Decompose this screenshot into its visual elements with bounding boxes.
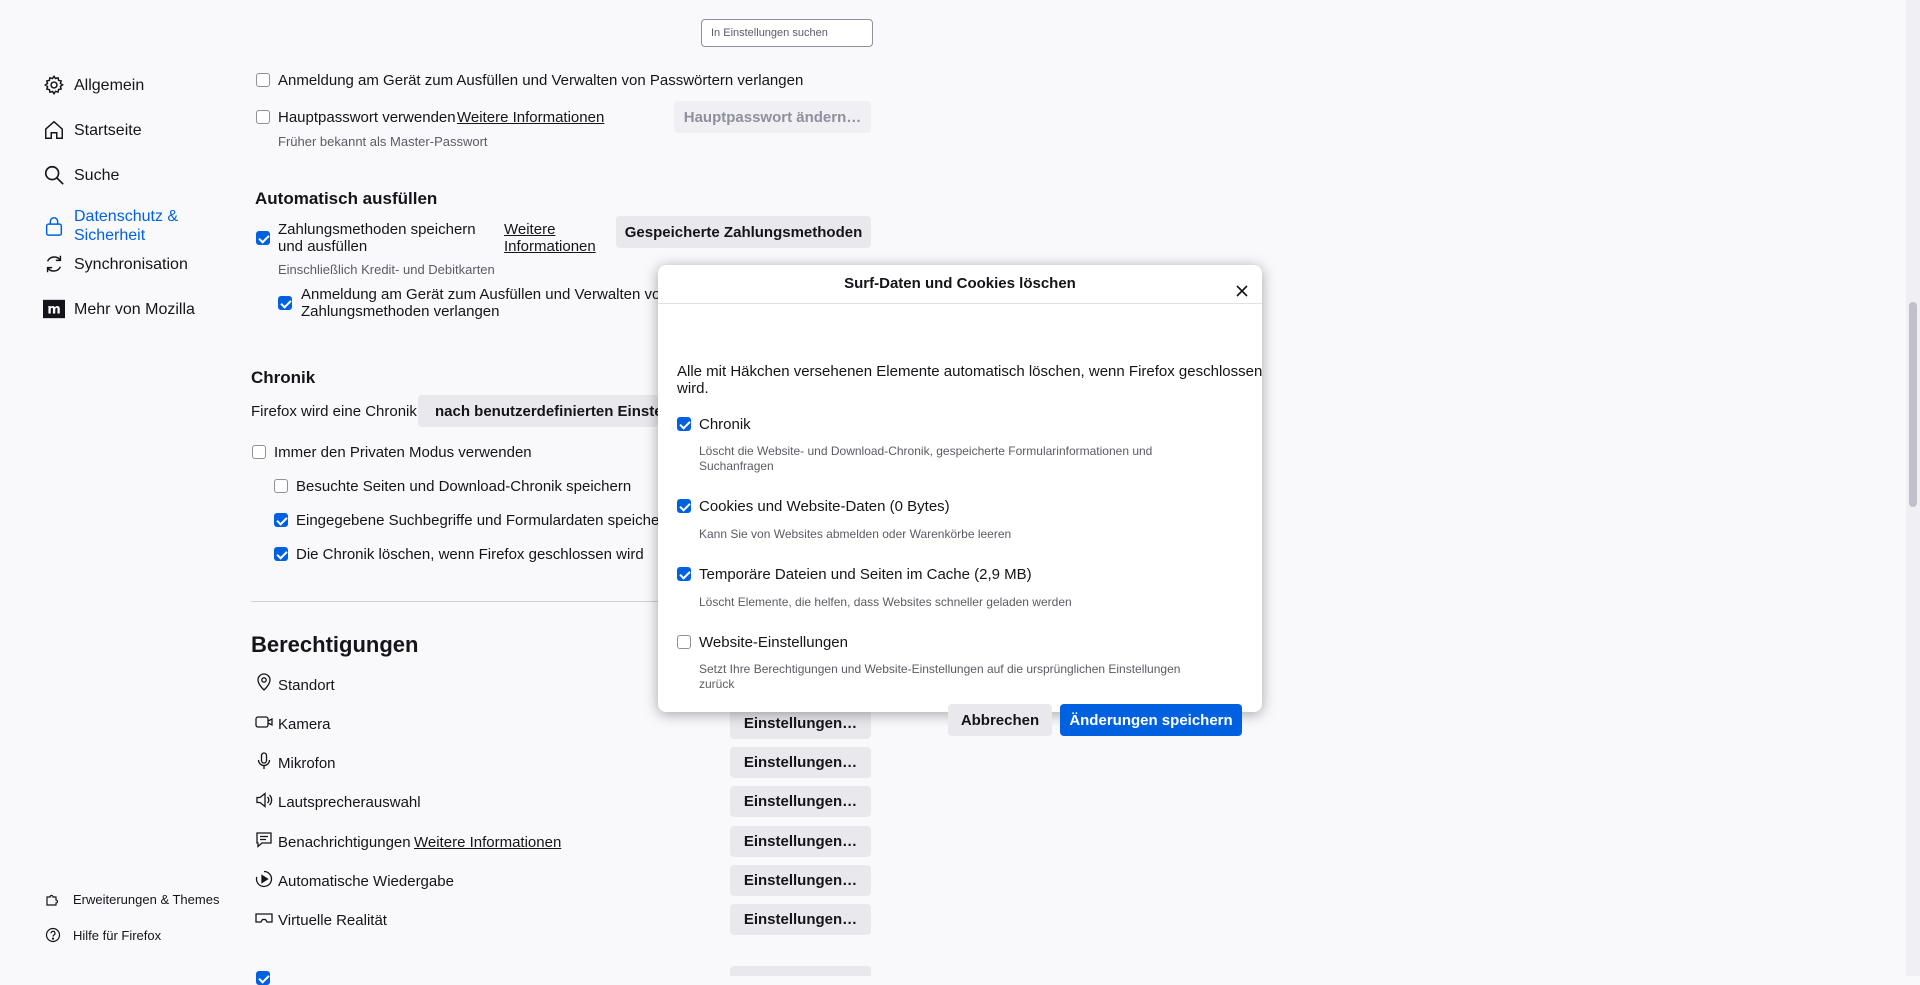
clear-data-dialog: Surf-Daten und Cookies löschen Alle mit … [658, 265, 1263, 736]
remember-search-form-checkbox[interactable] [274, 513, 288, 527]
master-password-label: Hauptpasswort verwenden [278, 109, 456, 126]
home-icon [43, 119, 65, 141]
nav-item-label: Synchronisation [74, 256, 188, 273]
camera-settings-button[interactable]: Einstellungen… [730, 708, 871, 739]
permission-speaker-label: Lautsprecherauswahl [278, 794, 421, 811]
clear-cache-label: Temporäre Dateien und Seiten im Cache (2… [699, 566, 1032, 583]
clear-history-label: Chronik [699, 416, 751, 433]
nav-item-search[interactable]: Suche [43, 162, 243, 207]
save-payment-methods-label: Zahlungsmethoden speichern und ausfüllen [278, 221, 476, 255]
permission-location-label: Standort [278, 677, 335, 694]
vr-settings-button[interactable]: Einstellungen… [730, 904, 871, 935]
location-icon [255, 673, 273, 691]
puzzle-icon [45, 891, 61, 907]
notifications-learn-more-link[interactable]: Weitere Informationen [414, 834, 561, 851]
gear-icon [43, 74, 65, 96]
nav-item-privacy[interactable]: Datenschutz & Sicherheit [43, 207, 243, 251]
clear-on-close-checkbox[interactable] [274, 547, 288, 561]
clear-cookies-desc: Kann Sie von Websites abmelden oder Ware… [699, 527, 1012, 541]
permission-vr-label: Virtuelle Realität [278, 912, 387, 929]
nav-item-label: Startseite [74, 122, 142, 139]
nav-item-label: Mehr von Mozilla [74, 301, 195, 318]
clear-history-checkbox[interactable] [677, 417, 691, 431]
clear-cache-checkbox[interactable] [677, 567, 691, 581]
remember-browsing-checkbox[interactable] [274, 479, 288, 493]
permission-notifications-label: Benachrichtigungen [278, 834, 411, 851]
nav-item-home[interactable]: Startseite [43, 117, 243, 162]
nav-item-label: Suche [74, 167, 120, 184]
scrollbar[interactable] [1906, 0, 1920, 976]
firefox-help-link[interactable]: Hilfe für Firefox [45, 917, 219, 953]
speaker-icon [255, 791, 273, 809]
permission-autoplay-label: Automatische Wiedergabe [278, 873, 454, 890]
private-mode-checkbox[interactable] [252, 445, 266, 459]
remember-browsing-label: Besuchte Seiten und Download-Chronik spe… [296, 478, 632, 495]
category-nav: Allgemein Startseite Suche Datenschutz &… [43, 72, 243, 341]
microphone-icon [255, 752, 273, 770]
device-auth-passwords-label: Anmeldung am Gerät zum Ausfüllen und Ver… [278, 72, 804, 89]
history-heading: Chronik [251, 368, 316, 387]
payment-methods-note: Einschließlich Kredit- und Debitkarten [278, 262, 495, 277]
master-password-learn-more-link[interactable]: Weitere Informationen [457, 109, 604, 126]
svg-text:m: m [47, 303, 60, 318]
payment-learn-more-link[interactable]: Weitere Informationen [504, 221, 596, 255]
nav-item-sync[interactable]: Synchronisation [43, 251, 243, 296]
firefox-help-label: Hilfe für Firefox [73, 927, 162, 943]
clear-site-settings-desc: Setzt Ihre Berechtigungen und Website-Ei… [699, 662, 1181, 691]
dialog-intro: Alle mit Häkchen versehenen Elemente aut… [677, 363, 1263, 397]
autofill-heading: Automatisch ausfüllen [255, 189, 438, 208]
sync-icon [43, 253, 65, 275]
history-mode-label: Firefox wird eine Chronik [251, 403, 417, 420]
lock-icon [43, 215, 65, 237]
partial-checkbox[interactable] [256, 971, 270, 985]
microphone-settings-button[interactable]: Einstellungen… [730, 747, 871, 778]
permission-camera-label: Kamera [278, 716, 331, 733]
help-icon [45, 927, 61, 943]
private-mode-label: Immer den Privaten Modus verwenden [274, 444, 532, 461]
mozilla-icon: m [43, 298, 65, 320]
sidebar-footer: Erweiterungen & Themes Hilfe für Firefox [45, 881, 219, 953]
clear-cookies-label: Cookies und Website-Daten (0 Bytes) [699, 498, 950, 515]
nav-item-label: Datenschutz & Sicherheit [74, 208, 179, 244]
extensions-themes-link[interactable]: Erweiterungen & Themes [45, 881, 219, 917]
partial-button[interactable] [730, 966, 871, 976]
remember-search-form-label: Eingegebene Suchbegriffe und Formulardat… [296, 512, 673, 529]
cancel-button[interactable]: Abbrechen [948, 704, 1052, 736]
dialog-header: Surf-Daten und Cookies löschen [658, 265, 1262, 304]
device-auth-passwords-checkbox[interactable] [256, 73, 270, 87]
autoplay-settings-button[interactable]: Einstellungen… [730, 865, 871, 896]
master-password-checkbox[interactable] [256, 110, 270, 124]
history-mode-select[interactable]: nach benutzerdefinierten Einstellungen a… [418, 395, 658, 427]
clear-site-settings-checkbox[interactable] [677, 635, 691, 649]
dialog-title: Surf-Daten und Cookies löschen [844, 275, 1076, 292]
clear-cookies-checkbox[interactable] [677, 499, 691, 513]
scrollbar-thumb[interactable] [1909, 302, 1917, 507]
speaker-settings-button[interactable]: Einstellungen… [730, 786, 871, 817]
permissions-heading: Berechtigungen [251, 632, 419, 657]
save-changes-button[interactable]: Änderungen speichern [1060, 704, 1242, 736]
nav-item-label: Allgemein [74, 77, 145, 94]
clear-cache-desc: Löscht Elemente, die helfen, dass Websit… [699, 595, 1072, 609]
extensions-themes-label: Erweiterungen & Themes [73, 891, 220, 907]
settings-search-input[interactable]: In Einstellungen suchen [701, 19, 873, 47]
clear-site-settings-label: Website-Einstellungen [699, 634, 848, 651]
nav-item-mozilla[interactable]: m Mehr von Mozilla [43, 296, 243, 341]
vr-icon [255, 909, 273, 927]
autoplay-icon [255, 870, 273, 888]
search-icon [43, 164, 65, 186]
notification-icon [255, 831, 273, 849]
master-password-note: Früher bekannt als Master-Passwort [278, 134, 488, 149]
clear-history-desc: Löscht die Website- und Download-Chronik… [699, 444, 1153, 473]
device-auth-payment-label: Anmeldung am Gerät zum Ausfüllen und Ver… [301, 286, 669, 320]
camera-icon [255, 713, 273, 731]
nav-item-general[interactable]: Allgemein [43, 72, 243, 117]
notifications-settings-button[interactable]: Einstellungen… [730, 826, 871, 857]
saved-payment-methods-button[interactable]: Gespeicherte Zahlungsmethoden [616, 216, 871, 248]
save-payment-methods-checkbox[interactable] [256, 231, 270, 245]
clear-on-close-label: Die Chronik löschen, wenn Firefox geschl… [296, 546, 644, 563]
close-icon[interactable] [1234, 276, 1250, 297]
permission-microphone-label: Mikrofon [278, 755, 336, 772]
change-master-password-button[interactable]: Hauptpasswort ändern… [674, 101, 871, 133]
device-auth-payment-checkbox[interactable] [278, 296, 292, 310]
